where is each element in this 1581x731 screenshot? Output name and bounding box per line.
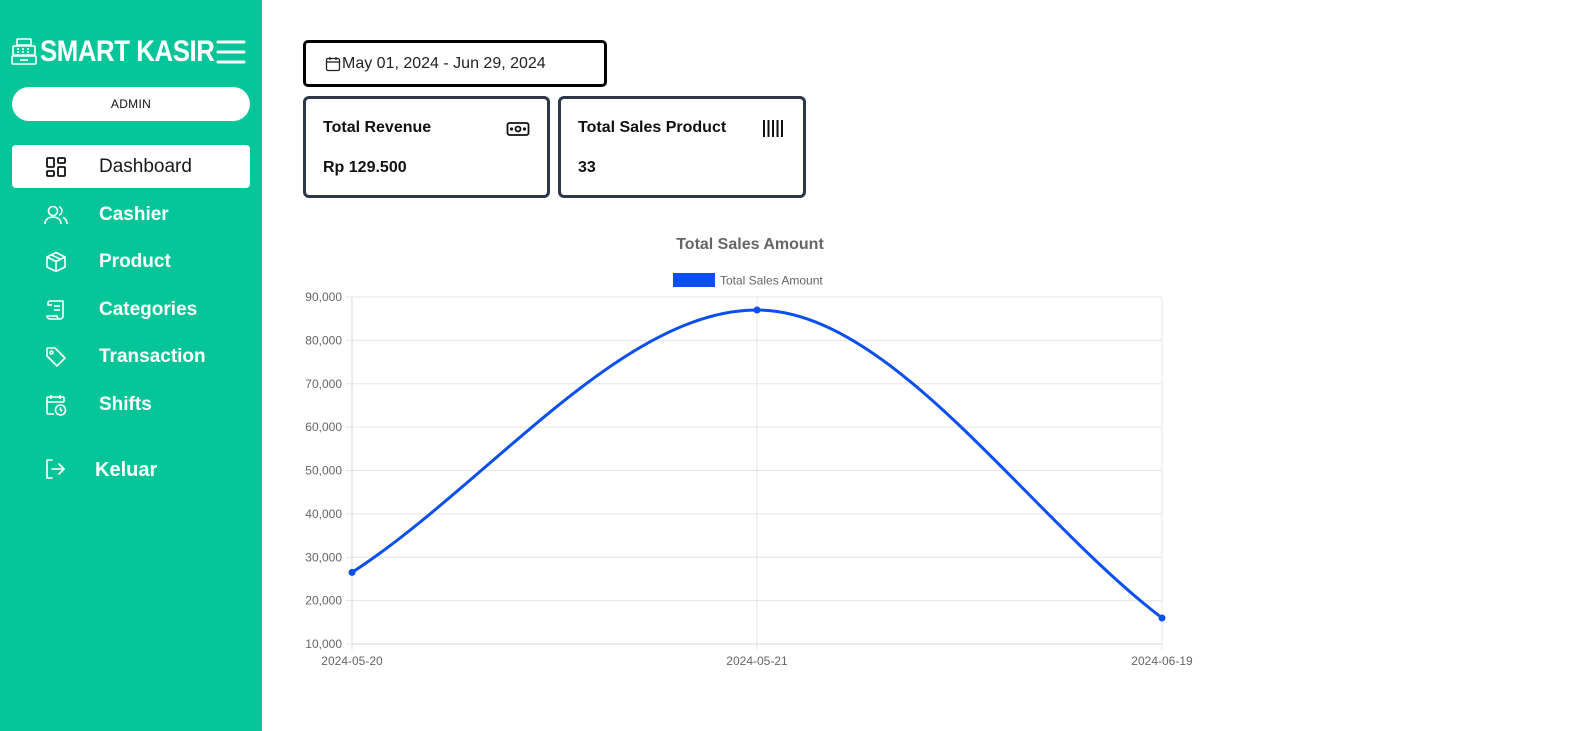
cash-register-icon (11, 36, 39, 68)
y-tick-label: 10,000 (305, 637, 342, 651)
data-point (1158, 614, 1166, 622)
box-icon (44, 250, 68, 274)
sidebar-item-cashier[interactable]: Cashier (12, 193, 250, 236)
calendar-icon (325, 56, 341, 72)
legend-swatch (673, 273, 715, 287)
y-tick-label: 30,000 (305, 550, 342, 564)
sidebar-item-shifts[interactable]: Shifts (12, 383, 250, 426)
x-tick-label: 2024-06-19 (1131, 654, 1193, 668)
sidebar-item-transaction[interactable]: Transaction (12, 335, 250, 378)
dashboard-grid-icon (44, 155, 68, 179)
users-icon (44, 203, 68, 227)
data-point (753, 306, 761, 314)
y-tick-label: 80,000 (305, 333, 342, 347)
calendar-clock-icon (44, 393, 68, 417)
user-role-badge: ADMIN (12, 87, 250, 121)
y-tick-label: 20,000 (305, 594, 342, 608)
logout-icon (44, 458, 68, 482)
revenue-card-title: Total Revenue (323, 119, 432, 136)
y-tick-label: 60,000 (305, 420, 342, 434)
sidebar-nav: Dashboard Cashier Product Categories Tra… (12, 145, 250, 431)
sales-chart-svg: Total Sales Amount Total Sales Amount 10,0… (305, 236, 1193, 668)
sidebar-item-label: Product (99, 251, 171, 273)
sidebar-item-label: Transaction (99, 346, 206, 368)
sidebar-item-label: Cashier (99, 203, 169, 225)
sidebar-item-dashboard[interactable]: Dashboard (12, 145, 250, 188)
date-range-text: May 01, 2024 - Jun 29, 2024 (342, 54, 546, 72)
y-tick-label: 50,000 (305, 464, 342, 478)
data-point (348, 568, 356, 576)
cash-icon (506, 118, 530, 140)
legend-label: Total Sales Amount (720, 274, 823, 288)
brand: SMART KASIR (11, 32, 251, 72)
revenue-card-value: Rp 129.500 (323, 159, 407, 176)
logout-button[interactable]: Keluar (12, 449, 250, 492)
sales-card-value: 33 (578, 159, 596, 176)
date-range-picker[interactable]: May 01, 2024 - Jun 29, 2024 (303, 40, 607, 87)
logout-label: Keluar (95, 459, 158, 481)
y-tick-label: 70,000 (305, 377, 342, 391)
x-tick-label: 2024-05-21 (726, 654, 788, 668)
scroll-icon (44, 298, 68, 322)
sidebar-item-product[interactable]: Product (12, 240, 250, 283)
tag-icon (44, 345, 68, 369)
hamburger-menu-icon[interactable] (215, 36, 247, 68)
sales-chart: Total Sales Amount Total Sales Amount 10,0… (290, 225, 1210, 685)
chart-title: Total Sales Amount (676, 236, 824, 253)
sales-product-card: Total Sales Product 33 (558, 96, 806, 198)
sidebar-item-categories[interactable]: Categories (12, 288, 250, 331)
barcode-icon (762, 118, 786, 140)
sidebar-item-label: Dashboard (99, 156, 192, 177)
revenue-card: Total Revenue Rp 129.500 (303, 96, 550, 198)
sidebar-item-label: Shifts (99, 393, 152, 415)
sales-card-title: Total Sales Product (578, 119, 727, 136)
sidebar-item-label: Categories (99, 298, 198, 320)
sidebar: SMART KASIR ADMIN Dashboard Cashier Prod… (0, 0, 262, 731)
x-tick-label: 2024-05-20 (321, 654, 383, 668)
y-tick-label: 40,000 (305, 507, 342, 521)
brand-title: SMART KASIR (40, 35, 215, 68)
y-tick-label: 90,000 (305, 290, 342, 304)
